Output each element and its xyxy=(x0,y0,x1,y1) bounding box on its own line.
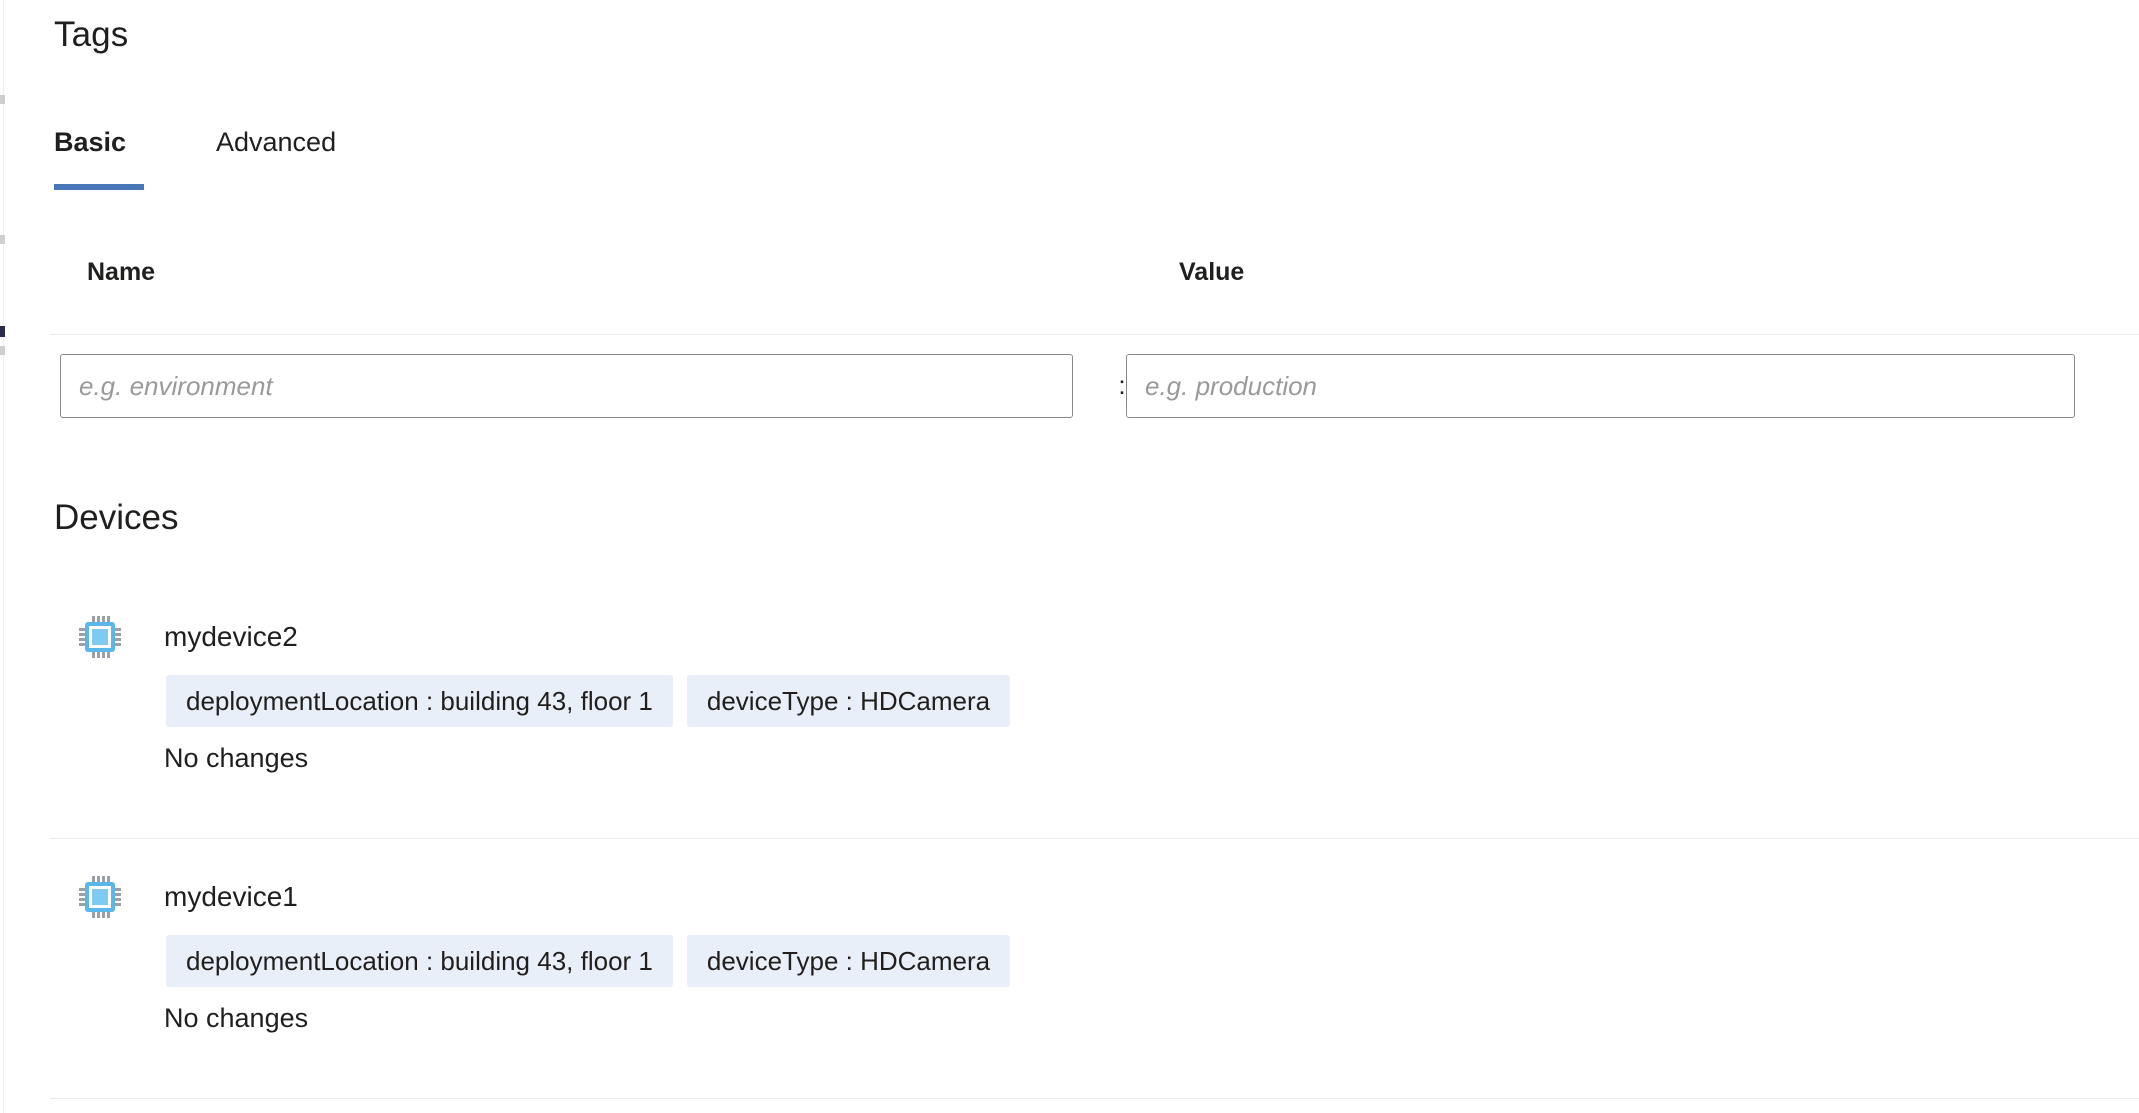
status-badge: deploymentLocation : building 43, floor … xyxy=(166,935,673,987)
device-list-divider xyxy=(50,838,2139,839)
column-header-value: Value xyxy=(1179,258,1245,286)
tab-basic[interactable]: Basic xyxy=(54,122,126,162)
device-change-status: No changes xyxy=(164,1003,309,1033)
device-list-divider xyxy=(50,1098,2139,1099)
device-name: mydevice1 xyxy=(164,881,298,912)
list-item: mydevice1 deploymentLocation : building … xyxy=(0,875,2139,1033)
devices-section-heading: Devices xyxy=(54,498,179,537)
status-badge: deploymentLocation : building 43, floor … xyxy=(166,675,673,727)
device-name: mydevice2 xyxy=(164,621,298,652)
microchip-icon xyxy=(78,615,122,659)
tab-advanced[interactable]: Advanced xyxy=(216,122,336,162)
device-tag-chips: deploymentLocation : building 43, floor … xyxy=(166,935,1011,987)
column-header-name: Name xyxy=(87,258,156,286)
list-item: mydevice2 deploymentLocation : building … xyxy=(0,615,2139,773)
tag-name-input[interactable] xyxy=(60,354,1073,418)
tags-configuration-panel: Tags Basic Advanced Name Value : Devices xyxy=(0,0,2139,1113)
status-badge: deviceType : HDCamera xyxy=(686,935,1011,987)
device-tag-chips: deploymentLocation : building 43, floor … xyxy=(166,675,1011,727)
device-change-status: No changes xyxy=(164,743,309,773)
status-badge: deviceType : HDCamera xyxy=(686,675,1011,727)
tag-value-input[interactable] xyxy=(1126,354,2075,418)
microchip-icon xyxy=(78,875,122,919)
tags-table-divider xyxy=(50,334,2139,335)
tags-section-heading: Tags xyxy=(54,15,129,54)
tab-selected-indicator xyxy=(54,184,144,190)
